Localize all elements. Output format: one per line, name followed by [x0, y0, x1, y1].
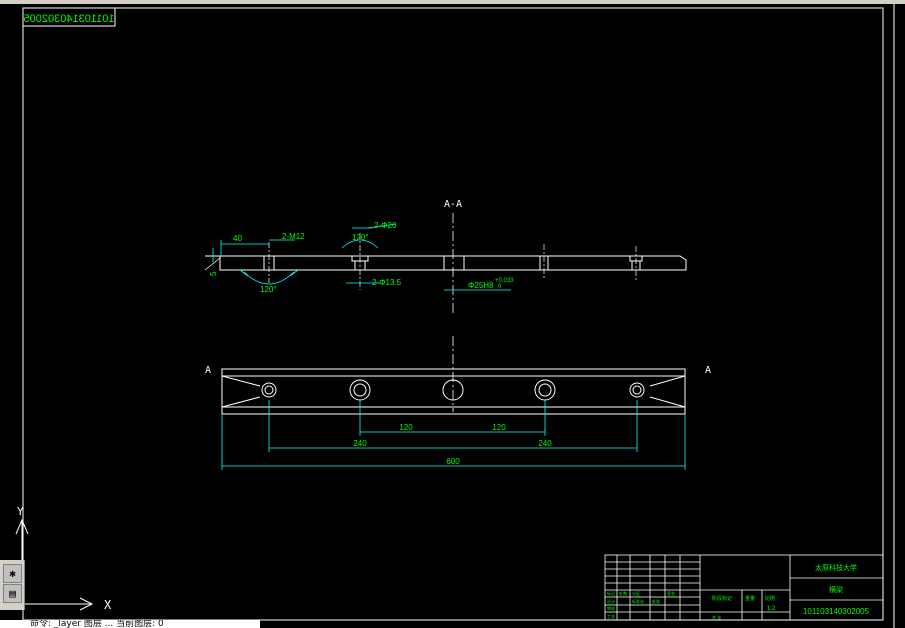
- sheet-header: 共 张: [712, 614, 721, 620]
- axis-y-label: Y: [17, 505, 24, 518]
- drawing-code-box: 101103140302005: [22, 7, 116, 27]
- process-label: 工艺: [607, 614, 615, 619]
- title-block-text: 太原科技大学 横梁 101103140302005 阶段标记 重量 比例 1:2…: [607, 563, 870, 620]
- dim-40: 40: [233, 234, 242, 243]
- dim-600: 600: [446, 457, 460, 466]
- front-dim-text: 120 120 240 240 600: [353, 423, 552, 466]
- left-toolbar: ✱ ▤: [0, 560, 25, 610]
- mark-header: 阶段标记: [712, 595, 732, 602]
- axis-x-label: X: [104, 598, 112, 612]
- section-view: A-A: [204, 199, 687, 315]
- dim-chamfer: 5: [209, 271, 218, 276]
- weight-header: 重量: [745, 595, 755, 602]
- dim-2-m12: 2-M12: [282, 232, 305, 241]
- school-name: 太原科技大学: [815, 563, 857, 572]
- section-label: A-A: [444, 199, 462, 210]
- drawing-canvas[interactable]: 101103140302005 A-A 40 2-M12 5 120° 2-Φ2…: [0, 4, 905, 628]
- command-line[interactable]: 命令: _layer 图层 ... 当前图层: 0: [0, 620, 260, 628]
- properties-tool-button[interactable]: ▤: [3, 584, 22, 603]
- row-mark: 标记: [607, 590, 615, 596]
- snap-tool-button[interactable]: ✱: [3, 564, 22, 583]
- view-mark-left: A: [205, 365, 211, 376]
- dim-2-d135: 2-Φ13.5: [372, 278, 402, 287]
- row-count: 处数: [619, 590, 627, 596]
- view-mark-right: A: [705, 365, 711, 376]
- approve-label: 批准: [652, 598, 660, 604]
- scale-value: 1:2: [767, 606, 776, 612]
- part-name: 横梁: [829, 585, 843, 594]
- scale-header: 比例: [765, 595, 775, 602]
- dim-240-b: 240: [538, 439, 552, 448]
- ucs-icon: Y X: [15, 505, 112, 612]
- dim-angle-left: 120°: [260, 285, 277, 294]
- dim-fit-main: Φ25H8: [468, 281, 494, 290]
- std-label: 标准化: [632, 598, 644, 604]
- check-label: 审核: [607, 605, 615, 611]
- front-view: A A: [205, 336, 711, 415]
- dim-240-a: 240: [353, 439, 367, 448]
- drawing-number: 101103140302005: [803, 607, 870, 616]
- dim-120-top: 120°: [352, 233, 369, 242]
- sheet-border: [22, 7, 884, 621]
- dim-120-a: 120: [399, 423, 413, 432]
- design-label: 设计: [607, 598, 615, 604]
- row-zone: 分区: [632, 590, 640, 596]
- dim-2-d20: 2-Φ20: [374, 221, 397, 230]
- dim-120-b: 120: [492, 423, 506, 432]
- drawing-code-mirrored: 101103140302005: [24, 13, 115, 25]
- row-signature: 签名: [667, 590, 675, 596]
- dim-fit-zero: 0: [498, 284, 502, 290]
